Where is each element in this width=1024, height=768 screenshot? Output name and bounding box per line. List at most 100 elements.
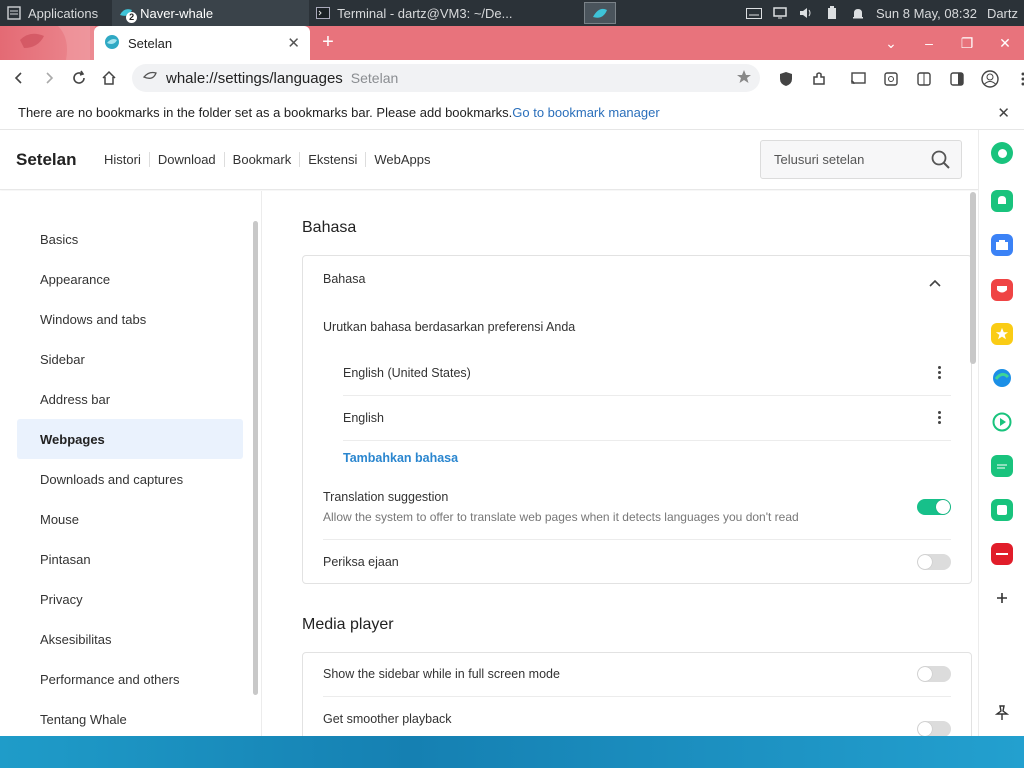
settings-search-input[interactable]: Telusuri setelan <box>760 140 962 179</box>
shield-icon[interactable] <box>770 64 801 94</box>
sidebar-item-shortcuts[interactable]: Pintasan <box>17 539 243 579</box>
bookmark-star-icon[interactable] <box>736 69 752 89</box>
new-tab-button[interactable]: + <box>318 31 338 54</box>
menu-icon[interactable] <box>1007 64 1024 94</box>
language-card-header[interactable]: Bahasa <box>323 272 951 286</box>
add-language-link[interactable]: Tambahkan bahasa <box>343 451 458 465</box>
applications-label: Applications <box>28 5 99 21</box>
translation-description: Allow the system to offer to translate w… <box>323 510 799 524</box>
sidebar-item-windows-tabs[interactable]: Windows and tabs <box>17 299 243 339</box>
chevron-up-icon[interactable] <box>929 274 941 292</box>
sidebar-item-appearance[interactable]: Appearance <box>17 259 243 299</box>
fullscreen-sidebar-label: Show the sidebar while in full screen mo… <box>323 667 560 681</box>
applications-menu[interactable]: Applications <box>0 0 104 26</box>
keyboard-icon[interactable] <box>746 6 762 20</box>
cast-icon[interactable] <box>842 64 873 94</box>
volume-icon[interactable] <box>798 6 814 20</box>
sidebar-item-downloads[interactable]: Downloads and captures <box>17 459 243 499</box>
settings-top-nav: Histori Download Bookmark Ekstensi WebAp… <box>104 152 438 167</box>
sidebar-scrollbar[interactable] <box>253 221 258 695</box>
profile-icon[interactable] <box>974 64 1005 94</box>
sidebar-item-accessibility[interactable]: Aksesibilitas <box>17 619 243 659</box>
address-bar[interactable]: whale://settings/languages Setelan <box>132 64 760 92</box>
close-tab-icon[interactable]: ✕ <box>287 34 300 52</box>
now-app-icon[interactable] <box>991 543 1013 565</box>
fullscreen-sidebar-toggle[interactable] <box>917 666 951 682</box>
user-name[interactable]: Dartz <box>987 6 1018 21</box>
webtoon-app-icon[interactable] <box>991 455 1013 477</box>
taskbar-window-terminal[interactable]: Terminal - dartz@VM3: ~/De... <box>309 0 518 26</box>
extensions-icon[interactable] <box>803 64 834 94</box>
edge-app-icon[interactable] <box>991 367 1013 389</box>
topnav-download[interactable]: Download <box>148 152 224 167</box>
sidebar-item-sidebar[interactable]: Sidebar <box>17 339 243 379</box>
more-options-icon[interactable] <box>937 366 941 379</box>
desktop-background <box>0 736 1024 768</box>
smoother-playback-toggle[interactable] <box>917 721 951 736</box>
theme-decoration <box>0 26 95 60</box>
split-view-icon[interactable] <box>908 64 939 94</box>
divider <box>343 395 951 396</box>
sidebar-item-basics[interactable]: Basics <box>17 219 243 259</box>
tab-list-chevron-icon[interactable]: ⌄ <box>872 35 910 52</box>
minimize-icon[interactable]: – <box>910 35 948 51</box>
close-window-icon[interactable]: ✕ <box>986 35 1024 52</box>
terminal-icon <box>315 6 331 20</box>
green-app-icon[interactable] <box>991 142 1013 164</box>
pocket-app-icon[interactable] <box>991 279 1013 301</box>
settings-main: Bahasa Bahasa Urutkan bahasa berdasarkan… <box>262 191 978 736</box>
sidebar-item-address-bar[interactable]: Address bar <box>17 379 243 419</box>
search-icon[interactable] <box>931 150 951 173</box>
add-app-icon[interactable] <box>991 587 1013 609</box>
search-placeholder: Telusuri setelan <box>774 152 865 167</box>
sidebar-item-performance[interactable]: Performance and others <box>17 659 243 699</box>
maximize-icon[interactable]: ❐ <box>948 35 986 52</box>
play-app-icon[interactable] <box>991 411 1013 433</box>
more-options-icon[interactable] <box>937 411 941 424</box>
tab-settings[interactable]: Setelan ✕ <box>94 26 310 60</box>
notification-bell-icon[interactable] <box>850 6 866 20</box>
whale-icon <box>104 34 120 53</box>
sidebar-item-about[interactable]: Tentang Whale <box>17 699 243 739</box>
wallet-app-icon[interactable] <box>991 234 1013 256</box>
battery-icon[interactable] <box>824 6 840 20</box>
taskbar-window-whale[interactable]: 2 Naver-whale <box>112 0 310 26</box>
translation-toggle[interactable] <box>917 499 951 515</box>
forward-button[interactable] <box>34 63 64 93</box>
settings-header: Setelan Histori Download Bookmark Eksten… <box>0 130 978 190</box>
home-button[interactable] <box>94 63 124 93</box>
display-icon[interactable] <box>772 6 788 20</box>
os-taskbar: Applications 2 Naver-whale Terminal - da… <box>0 0 1024 26</box>
back-button[interactable] <box>4 63 34 93</box>
star-app-icon[interactable] <box>991 323 1013 345</box>
sidebar-item-mouse[interactable]: Mouse <box>17 499 243 539</box>
capture-icon[interactable] <box>875 64 906 94</box>
sidebar-item-privacy[interactable]: Privacy <box>17 579 243 619</box>
language-order-label: Urutkan bahasa berdasarkan preferensi An… <box>323 320 576 334</box>
notification-app-icon[interactable] <box>991 190 1013 212</box>
bookmark-manager-link[interactable]: Go to bookmark manager <box>512 105 659 120</box>
whale-page-icon <box>142 68 158 88</box>
tab-title: Setelan <box>128 35 173 51</box>
main-scrollbar[interactable] <box>970 192 976 364</box>
clock[interactable]: Sun 8 May, 08:32 <box>876 6 977 21</box>
topnav-history[interactable]: Histori <box>104 152 149 167</box>
pin-icon[interactable] <box>991 702 1013 724</box>
topnav-webapps[interactable]: WebApps <box>365 152 438 167</box>
translation-suggestion-row: Translation suggestion Allow the system … <box>323 490 951 524</box>
reload-button[interactable] <box>64 63 94 93</box>
browser-toolbar: whale://settings/languages Setelan <box>0 60 1024 96</box>
topnav-bookmark[interactable]: Bookmark <box>223 152 300 167</box>
sidebar-toggle-icon[interactable] <box>941 64 972 94</box>
topnav-extensions[interactable]: Ekstensi <box>299 152 365 167</box>
bookmark-notice-bar: There are no bookmarks in the folder set… <box>0 96 1024 130</box>
language-item: English (United States) <box>343 366 471 380</box>
media-card: Show the sidebar while in full screen mo… <box>302 652 972 736</box>
spellcheck-toggle[interactable] <box>917 554 951 570</box>
window-count-badge: 2 <box>126 12 138 23</box>
sidebar-item-webpages[interactable]: Webpages <box>17 419 243 459</box>
square-app-icon[interactable] <box>991 499 1013 521</box>
section-title-language: Bahasa <box>302 219 357 236</box>
close-notice-icon[interactable]: ✕ <box>997 104 1010 122</box>
workspace-switcher[interactable] <box>584 2 616 24</box>
